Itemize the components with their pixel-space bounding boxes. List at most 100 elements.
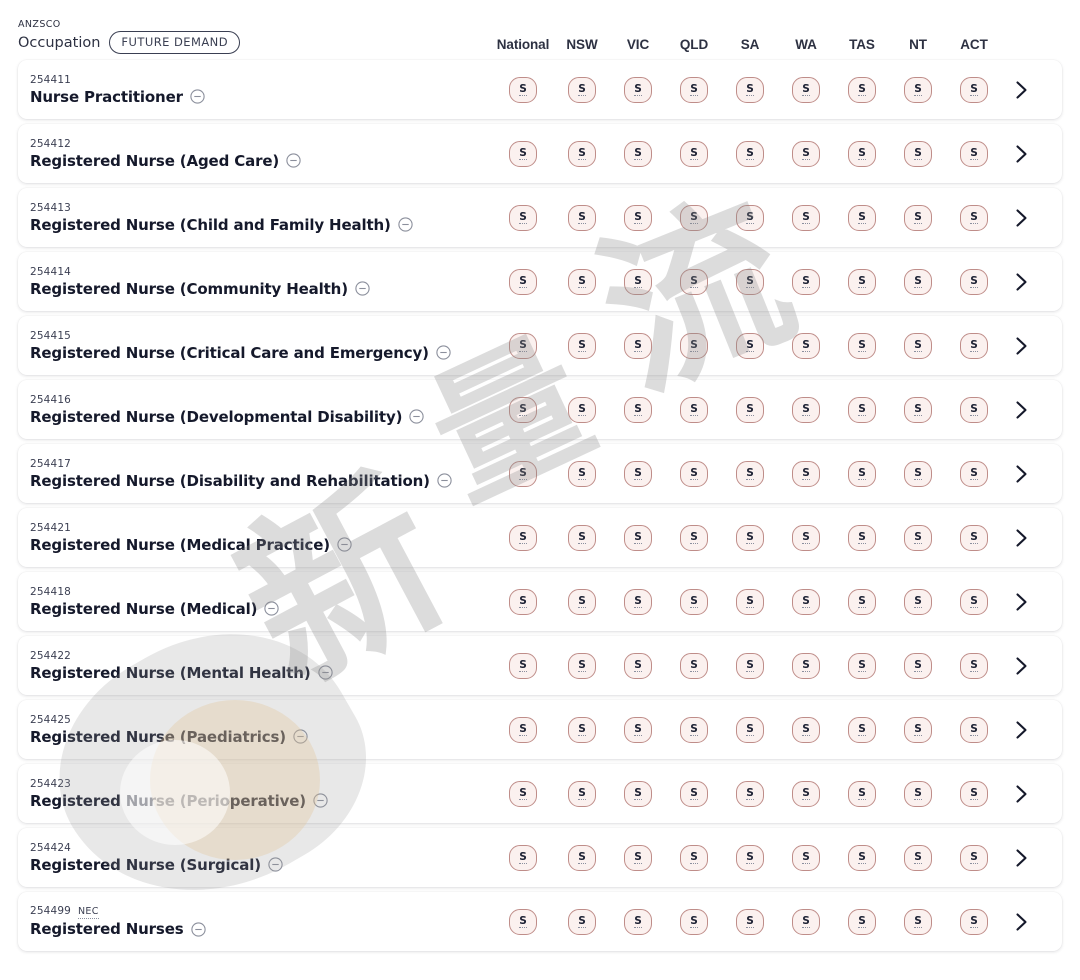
rating-badge[interactable]: S <box>736 908 764 935</box>
chevron-right-icon[interactable] <box>1002 720 1040 740</box>
chevron-right-icon[interactable] <box>1002 336 1040 356</box>
minus-circle-icon[interactable] <box>398 217 413 232</box>
rating-badge[interactable]: S <box>848 268 876 295</box>
rating-badge[interactable]: S <box>904 780 932 807</box>
future-demand-pill[interactable]: FUTURE DEMAND <box>109 31 241 54</box>
rating-badge[interactable]: S <box>509 844 537 871</box>
chevron-right-icon[interactable] <box>1002 464 1040 484</box>
chevron-right-icon[interactable] <box>1002 848 1040 868</box>
table-row[interactable]: 254417 Registered Nurse (Disability and R… <box>18 444 1062 503</box>
rating-badge[interactable]: S <box>792 844 820 871</box>
chevron-right-icon[interactable] <box>1002 656 1040 676</box>
rating-badge[interactable]: S <box>960 652 988 679</box>
rating-badge[interactable]: S <box>680 460 708 487</box>
rating-badge[interactable]: S <box>792 652 820 679</box>
rating-badge[interactable]: S <box>848 716 876 743</box>
rating-badge[interactable]: S <box>568 844 596 871</box>
rating-badge[interactable]: S <box>736 588 764 615</box>
minus-circle-icon[interactable] <box>293 729 308 744</box>
chevron-right-icon[interactable] <box>1002 272 1040 292</box>
rating-badge[interactable]: S <box>680 908 708 935</box>
rating-badge[interactable]: S <box>568 780 596 807</box>
rating-badge[interactable]: S <box>509 76 537 103</box>
chevron-right-icon[interactable] <box>1002 592 1040 612</box>
rating-badge[interactable]: S <box>848 844 876 871</box>
table-row[interactable]: 254499 NEC Registered Nurses S S S S S S S S S <box>18 892 1062 951</box>
minus-circle-icon[interactable] <box>268 857 283 872</box>
rating-badge[interactable]: S <box>736 780 764 807</box>
rating-badge[interactable]: S <box>792 204 820 231</box>
rating-badge[interactable]: S <box>960 780 988 807</box>
table-row[interactable]: 254411 Nurse Practitioner S S S S S S S S S <box>18 60 1062 119</box>
rating-badge[interactable]: S <box>960 908 988 935</box>
rating-badge[interactable]: S <box>680 844 708 871</box>
rating-badge[interactable]: S <box>792 524 820 551</box>
rating-badge[interactable]: S <box>904 524 932 551</box>
minus-circle-icon[interactable] <box>286 153 301 168</box>
table-row[interactable]: 254421 Registered Nurse (Medical Practice… <box>18 508 1062 567</box>
minus-circle-icon[interactable] <box>190 921 206 937</box>
rating-badge[interactable]: S <box>624 460 652 487</box>
rating-badge[interactable]: S <box>904 460 932 487</box>
rating-badge[interactable]: S <box>904 716 932 743</box>
rating-badge[interactable]: S <box>792 460 820 487</box>
rating-badge[interactable]: S <box>624 76 652 103</box>
rating-badge[interactable]: S <box>960 76 988 103</box>
table-row[interactable]: 254423 Registered Nurse (Perioperative) S S… <box>18 764 1062 823</box>
rating-badge[interactable]: S <box>848 652 876 679</box>
rating-badge[interactable]: S <box>960 524 988 551</box>
rating-badge[interactable]: S <box>624 396 652 423</box>
rating-badge[interactable]: S <box>848 332 876 359</box>
table-row[interactable]: 254418 Registered Nurse (Medical) S S S S S S S S… <box>18 572 1062 631</box>
minus-circle-icon[interactable] <box>264 601 279 616</box>
rating-badge[interactable]: S <box>848 396 876 423</box>
rating-badge[interactable]: S <box>624 140 652 167</box>
rating-badge[interactable]: S <box>960 396 988 423</box>
rating-badge[interactable]: S <box>904 396 932 423</box>
rating-badge[interactable]: S <box>736 524 764 551</box>
rating-badge[interactable]: S <box>680 268 708 295</box>
rating-badge[interactable]: S <box>792 716 820 743</box>
rating-badge[interactable]: S <box>736 268 764 295</box>
table-row[interactable]: 254415 Registered Nurse (Critical Care an… <box>18 316 1062 375</box>
rating-badge[interactable]: S <box>509 204 537 231</box>
rating-badge[interactable]: S <box>736 76 764 103</box>
rating-badge[interactable]: S <box>960 268 988 295</box>
chevron-right-icon[interactable] <box>1002 400 1040 420</box>
rating-badge[interactable]: S <box>848 588 876 615</box>
rating-badge[interactable]: S <box>792 268 820 295</box>
table-row[interactable]: 254425 Registered Nurse (Paediatrics) S S S S… <box>18 700 1062 759</box>
rating-badge[interactable]: S <box>568 204 596 231</box>
rating-badge[interactable]: S <box>904 140 932 167</box>
minus-circle-icon[interactable] <box>437 473 452 488</box>
rating-badge[interactable]: S <box>509 396 537 423</box>
rating-badge[interactable]: S <box>792 908 820 935</box>
rating-badge[interactable]: S <box>568 524 596 551</box>
rating-badge[interactable]: S <box>848 140 876 167</box>
rating-badge[interactable]: S <box>568 908 596 935</box>
minus-circle-icon[interactable] <box>355 281 370 296</box>
table-row[interactable]: 254422 Registered Nurse (Mental Health) S S… <box>18 636 1062 695</box>
rating-badge[interactable]: S <box>904 908 932 935</box>
rating-badge[interactable]: S <box>568 396 596 423</box>
rating-badge[interactable]: S <box>568 652 596 679</box>
table-row[interactable]: 254412 Registered Nurse (Aged Care) S S S S S S… <box>18 124 1062 183</box>
rating-badge[interactable]: S <box>848 908 876 935</box>
rating-badge[interactable]: S <box>624 588 652 615</box>
rating-badge[interactable]: S <box>960 588 988 615</box>
rating-badge[interactable]: S <box>904 268 932 295</box>
rating-badge[interactable]: S <box>792 140 820 167</box>
rating-badge[interactable]: S <box>624 268 652 295</box>
rating-badge[interactable]: S <box>680 524 708 551</box>
rating-badge[interactable]: S <box>568 268 596 295</box>
rating-badge[interactable]: S <box>568 140 596 167</box>
rating-badge[interactable]: S <box>904 844 932 871</box>
rating-badge[interactable]: S <box>509 780 537 807</box>
rating-badge[interactable]: S <box>736 460 764 487</box>
rating-badge[interactable]: S <box>680 332 708 359</box>
rating-badge[interactable]: S <box>509 588 537 615</box>
minus-circle-icon[interactable] <box>409 409 424 424</box>
rating-badge[interactable]: S <box>736 652 764 679</box>
rating-badge[interactable]: S <box>624 524 652 551</box>
chevron-right-icon[interactable] <box>1002 144 1040 164</box>
